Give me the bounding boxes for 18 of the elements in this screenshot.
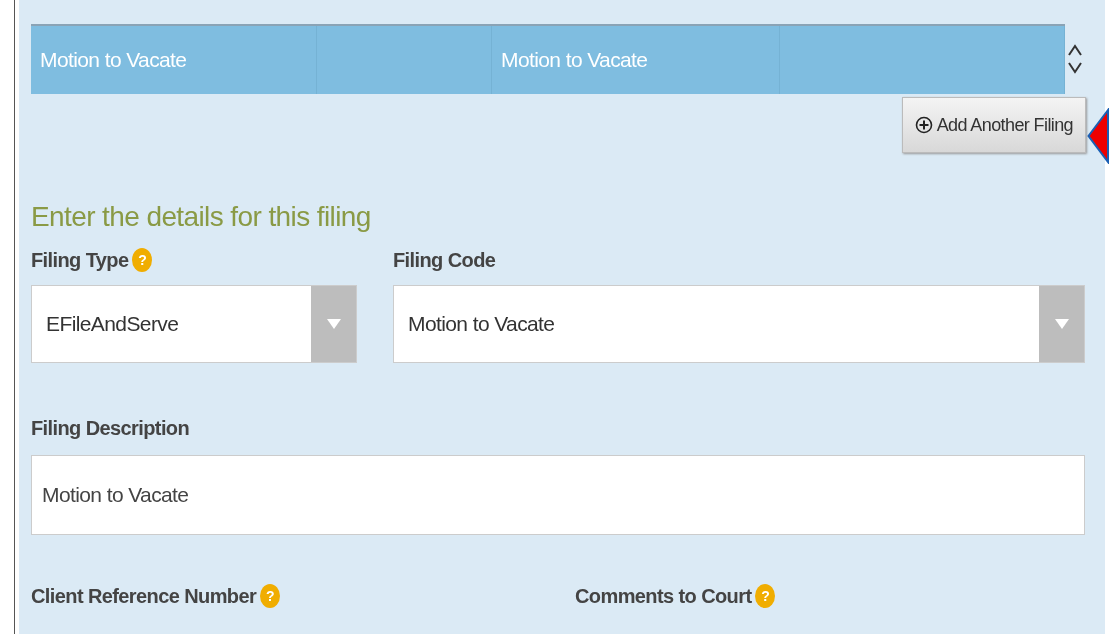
caret-icon — [326, 319, 341, 329]
field-label: Filing Code — [393, 248, 496, 272]
arrow-pointer-icon — [1087, 108, 1109, 164]
add-filing-button[interactable]: Add Another Filing — [901, 97, 1086, 153]
table-cell: Motion to Vacate — [492, 26, 780, 94]
field-label: Comments to Court — [575, 584, 752, 608]
filing-code-select[interactable]: Motion to Vacate — [393, 285, 1085, 363]
caret-icon — [1054, 319, 1069, 329]
plus-circle-icon — [914, 116, 933, 134]
scroll-up-icon[interactable] — [1068, 44, 1082, 56]
field-label: Client Reference Number — [31, 584, 257, 608]
table-cell: Motion to Vacate — [31, 26, 317, 94]
filing-type-select[interactable]: EFileAndServe — [31, 285, 357, 363]
scroll-down-icon[interactable] — [1068, 62, 1082, 74]
filing-description-field[interactable]: Motion to Vacate — [31, 455, 1085, 535]
field-label: Filing Type — [31, 248, 129, 272]
field-label: Filing Description — [31, 416, 190, 440]
section-heading: Enter the details for this filing — [31, 201, 372, 233]
